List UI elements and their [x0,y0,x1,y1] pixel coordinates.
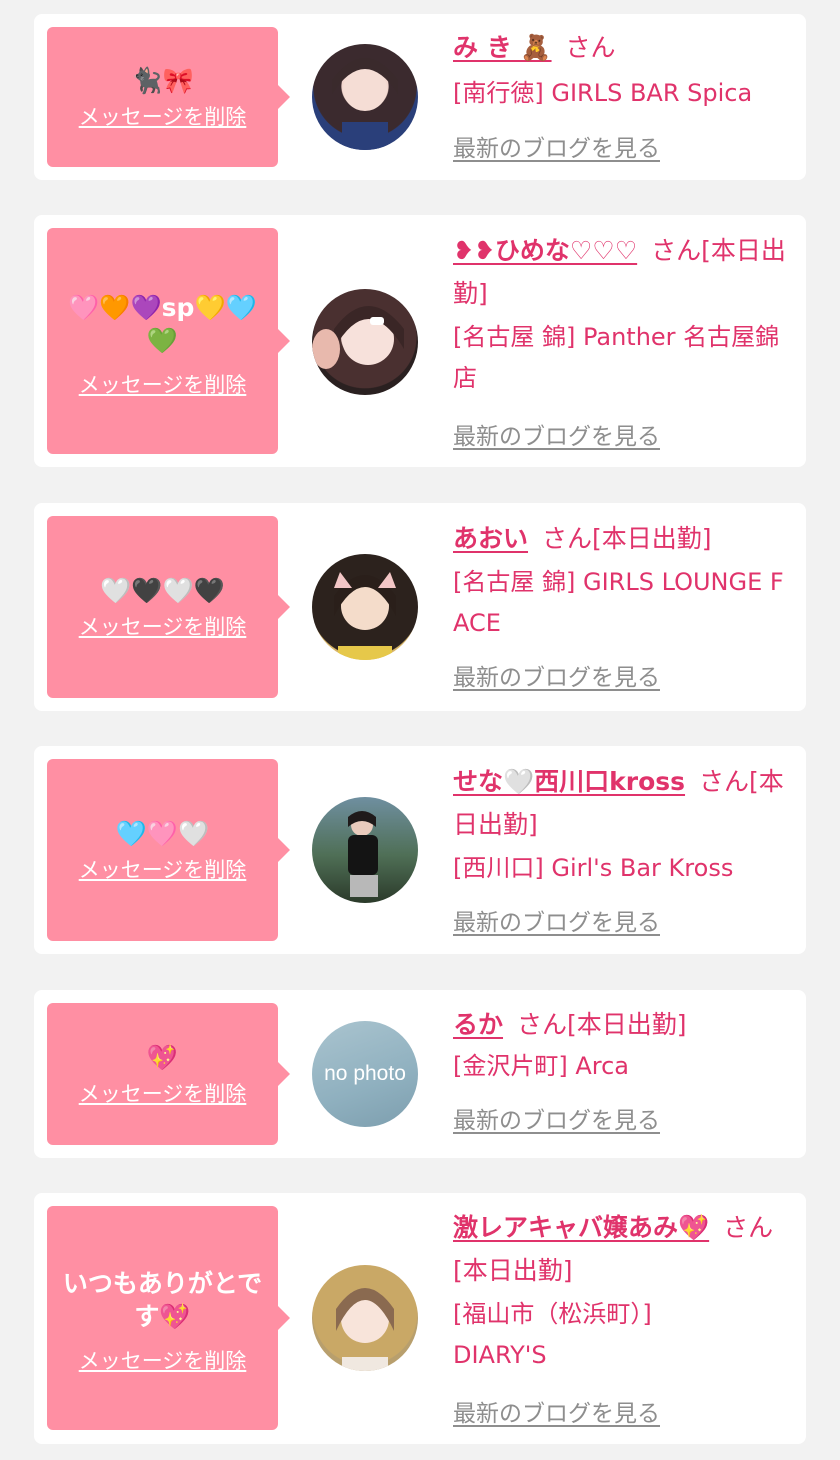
cast-name-link[interactable]: 激レアキャバ嬢あみ💖 [453,1213,709,1242]
latest-blog-link[interactable]: 最新のブログを見る [453,129,660,163]
cast-name-link[interactable]: るか [453,1010,503,1039]
message-text: 🤍🖤🤍🖤 [100,575,225,605]
cast-name-link[interactable]: せな🤍西川口kross [453,767,685,796]
message-card: 🩷🧡💜sp💛🩵💚 メッセージを削除 ❥❥ひめな♡♡♡ さん[本日出勤] [名古屋 … [34,215,806,467]
cast-name-link[interactable]: ❥❥ひめな♡♡♡ [453,236,637,265]
cast-name-link[interactable]: み き 🧸 [453,33,552,62]
latest-blog-link[interactable]: 最新のブログを見る [453,903,660,937]
avatar[interactable] [312,289,418,395]
cast-name-link[interactable]: あおい [453,524,528,553]
shop-label: [西川口] Girl's Bar Kross [453,854,734,882]
avatar[interactable] [312,44,418,150]
latest-blog-link[interactable]: 最新のブログを見る [453,658,660,692]
cast-info: ❥❥ひめな♡♡♡ さん[本日出勤] [名古屋 錦] Panther 名古屋錦店 最… [453,229,789,451]
delete-message-link[interactable]: メッセージを削除 [79,1345,247,1375]
avatar[interactable] [312,1265,418,1371]
cast-info: るか さん[本日出勤] [金沢片町] Arca 最新のブログを見る [453,1003,789,1135]
avatar-photo-icon [332,58,398,150]
no-photo-placeholder-icon[interactable]: no photo [312,1021,418,1127]
message-text: 🩵🩷🤍 [115,818,210,848]
message-card: 🩵🩷🤍 メッセージを削除 せな🤍西川口kross さん[本日出勤] [西川口] G… [34,746,806,954]
message-card: いつもありがとです💖 メッセージを削除 激レアキャバ嬢あみ💖 さん[本日出勤] [… [34,1193,806,1444]
cast-info: み き 🧸 さん [南行徳] GIRLS BAR Spica 最新のブログを見る [453,26,789,163]
message-card: 🤍🖤🤍🖤 メッセージを削除 あおい さん[本日出勤] [名古屋 錦] GIRLS … [34,503,806,711]
shop-label: [名古屋 錦] GIRLS LOUNGE FACE [453,568,784,637]
latest-blog-link[interactable]: 最新のブログを見る [453,1394,660,1428]
message-bubble: 🩷🧡💜sp💛🩵💚 メッセージを削除 [47,228,290,454]
honorific-label: さん [565,33,616,62]
delete-message-link[interactable]: メッセージを削除 [79,611,247,641]
message-bubble: 🐈‍⬛🎀 メッセージを削除 [47,27,290,167]
delete-message-link[interactable]: メッセージを削除 [79,854,247,884]
latest-blog-link[interactable]: 最新のブログを見る [453,417,660,451]
latest-blog-link[interactable]: 最新のブログを見る [453,1101,660,1135]
message-list: 🐈‍⬛🎀 メッセージを削除 み き 🧸 さん [南行徳] GIRLS BAR Sp… [0,0,840,1460]
message-bubble: いつもありがとです💖 メッセージを削除 [47,1206,290,1430]
avatar-photo-icon [336,1288,394,1371]
honorific-label: さん[本日出勤] [517,1010,687,1039]
avatar-photo-icon [312,306,404,369]
honorific-label: さん[本日出勤] [542,524,712,553]
message-text: 🐈‍⬛🎀 [131,65,194,95]
cast-info: せな🤍西川口kross さん[本日出勤] [西川口] Girl's Bar Kro… [453,760,789,937]
avatar[interactable] [312,797,418,903]
shop-label: [金沢片町] Arca [453,1052,630,1080]
cast-info: あおい さん[本日出勤] [名古屋 錦] GIRLS LOUNGE FACE 最新… [453,517,789,692]
avatar-photo-icon [348,811,378,897]
message-text: いつもありがとです💖 [62,1269,263,1331]
no-photo-label: no photo [324,1062,406,1085]
message-text: 💖 [146,1042,179,1072]
delete-message-link[interactable]: メッセージを削除 [79,1078,247,1108]
message-text: 🩷🧡💜sp💛🩵💚 [68,293,257,355]
message-bubble: 🩵🩷🤍 メッセージを削除 [47,759,290,941]
cast-info: 激レアキャバ嬢あみ💖 さん[本日出勤] [福山市（松浜町）] DIARY'S 最新… [453,1206,789,1428]
avatar[interactable] [312,554,418,660]
shop-label: [南行徳] GIRLS BAR Spica [453,79,753,107]
shop-label: [名古屋 錦] Panther 名古屋錦店 [453,323,780,392]
message-card: 🐈‍⬛🎀 メッセージを削除 み き 🧸 さん [南行徳] GIRLS BAR Sp… [34,14,806,180]
message-card: 💖 メッセージを削除 no photo るか さん[本日出勤] [金沢片町] Ar… [34,990,806,1158]
shop-label: [福山市（松浜町）] DIARY'S [453,1300,652,1369]
delete-message-link[interactable]: メッセージを削除 [79,101,247,131]
message-bubble: 💖 メッセージを削除 [47,1003,290,1145]
message-bubble: 🤍🖤🤍🖤 メッセージを削除 [47,516,290,698]
avatar-photo-icon [334,572,396,660]
delete-message-link[interactable]: メッセージを削除 [79,369,247,399]
